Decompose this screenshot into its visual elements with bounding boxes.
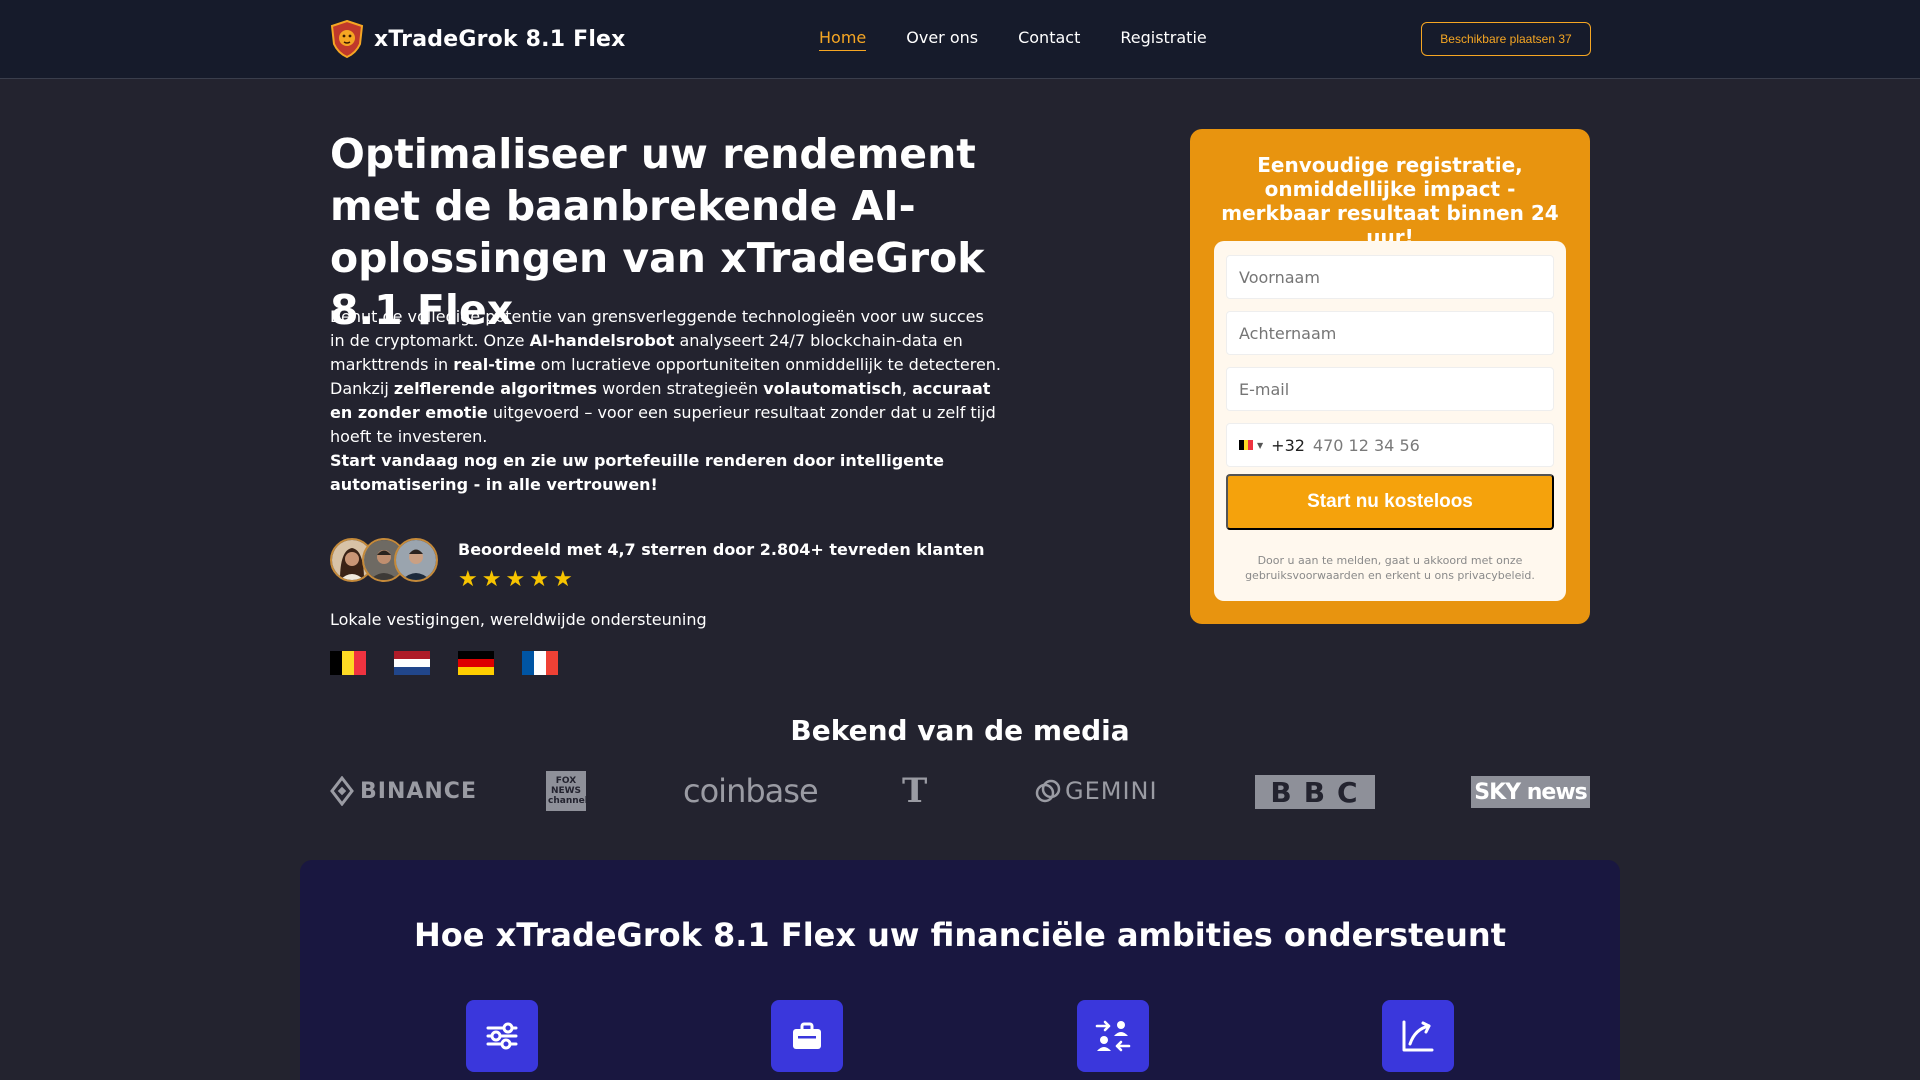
registration-card: Eenvoudige registratie, onmiddellijke im… (1190, 129, 1590, 624)
bbc-wordmark: BBC (1270, 775, 1370, 809)
coinbase-wordmark: coinbase (683, 772, 819, 810)
sky-news-logo: SKY news (1471, 776, 1590, 808)
lion-shield-icon (330, 20, 364, 58)
country-flag-icon[interactable] (1239, 440, 1254, 450)
start-free-button[interactable]: Start nu kosteloos (1226, 474, 1554, 530)
main-nav: Home Over ons Contact Registratie (819, 28, 1247, 51)
star-rating: ★ ★ ★ ★ ★ (458, 569, 984, 591)
features-section: Hoe xTradeGrok 8.1 Flex uw financiële am… (300, 860, 1620, 1080)
form-title: Eenvoudige registratie, onmiddellijke im… (1221, 153, 1559, 249)
phone-field[interactable]: ▼ +32 470 12 34 56 (1226, 423, 1554, 467)
chevron-down-icon[interactable]: ▼ (1257, 441, 1263, 450)
top-navbar: xTradeGrok 8.1 Flex Home Over ons Contac… (0, 0, 1920, 79)
desc-bold-1: AI-handelsrobot (529, 331, 675, 350)
customer-avatars (330, 538, 438, 584)
customer-rating: Beoordeeld met 4,7 sterren door 2.804+ t… (330, 538, 984, 591)
coinbase-logo: coinbase (683, 770, 819, 812)
belgium-flag (330, 651, 366, 675)
desc-text-4: worden strategieën (597, 379, 764, 398)
nyt-wordmark: T (902, 771, 928, 811)
terms-disclaimer: Door u aan te melden, gaat u akkoord met… (1245, 554, 1535, 582)
france-flag (522, 651, 558, 675)
nav-contact[interactable]: Contact (1018, 28, 1080, 51)
registration-form: ▼ +32 470 12 34 56 Start nu kosteloos Do… (1214, 241, 1566, 601)
locations-label: Lokale vestigingen, wereldwijde onderste… (330, 610, 707, 629)
desc-bold-3: zelflerende algoritmes (393, 379, 598, 398)
sliders-icon (466, 1000, 538, 1072)
transfer-users-icon (1077, 1000, 1149, 1072)
email-field[interactable] (1226, 367, 1554, 411)
avatar (394, 538, 438, 582)
first-name-field[interactable] (1226, 255, 1554, 299)
binance-diamond-icon (330, 776, 354, 806)
star-icon: ★ (481, 567, 502, 592)
gemini-icon (1035, 779, 1061, 803)
fox-news-wordmark: FOX NEWS channel (548, 776, 588, 806)
nav-home[interactable]: Home (819, 28, 867, 51)
brand-name: xTradeGrok 8.1 Flex (374, 26, 626, 52)
gemini-logo: GEMINI (1035, 770, 1158, 812)
country-flags (330, 651, 586, 675)
desc-bold-2: real-time (453, 355, 536, 374)
bbc-logo: BBC (1255, 775, 1375, 809)
phone-placeholder: 470 12 34 56 (1312, 435, 1420, 455)
netherlands-flag (394, 651, 430, 675)
briefcase-icon (771, 1000, 843, 1072)
binance-wordmark: BINANCE (360, 778, 477, 804)
hero-cta-text: Start vandaag nog en zie uw portefeuille… (330, 451, 944, 494)
binance-logo: BINANCE (330, 770, 477, 812)
growth-chart-icon (1382, 1000, 1454, 1072)
star-icon: ★ (505, 567, 526, 592)
germany-flag (458, 651, 494, 675)
available-seats-button[interactable]: Beschikbare plaatsen 37 (1421, 22, 1591, 56)
desc-bold-4: volautomatisch (763, 379, 902, 398)
rating-text: Beoordeeld met 4,7 sterren door 2.804+ t… (458, 538, 984, 591)
nyt-logo: T (902, 770, 927, 812)
sky-news-wordmark: SKY news (1474, 779, 1587, 805)
desc-text-5: , (901, 379, 913, 398)
rating-label: Beoordeeld met 4,7 sterren door 2.804+ t… (458, 540, 985, 559)
gemini-wordmark: GEMINI (1065, 777, 1158, 805)
dial-code: +32 (1271, 435, 1305, 455)
nav-over-ons[interactable]: Over ons (906, 28, 978, 51)
star-icon: ★ (529, 567, 549, 592)
brand-logo[interactable]: xTradeGrok 8.1 Flex (330, 20, 626, 58)
nav-registratie[interactable]: Registratie (1120, 28, 1206, 51)
star-icon: ★ (552, 567, 573, 592)
media-section-title: Bekend van de media (790, 714, 1130, 747)
star-icon: ★ (458, 567, 478, 592)
last-name-field[interactable] (1226, 311, 1554, 355)
features-title: Hoe xTradeGrok 8.1 Flex uw financiële am… (414, 916, 1506, 954)
hero-description: Benut de volledige potentie van grensver… (330, 305, 1002, 449)
fox-news-logo: FOX NEWS channel (546, 771, 588, 811)
